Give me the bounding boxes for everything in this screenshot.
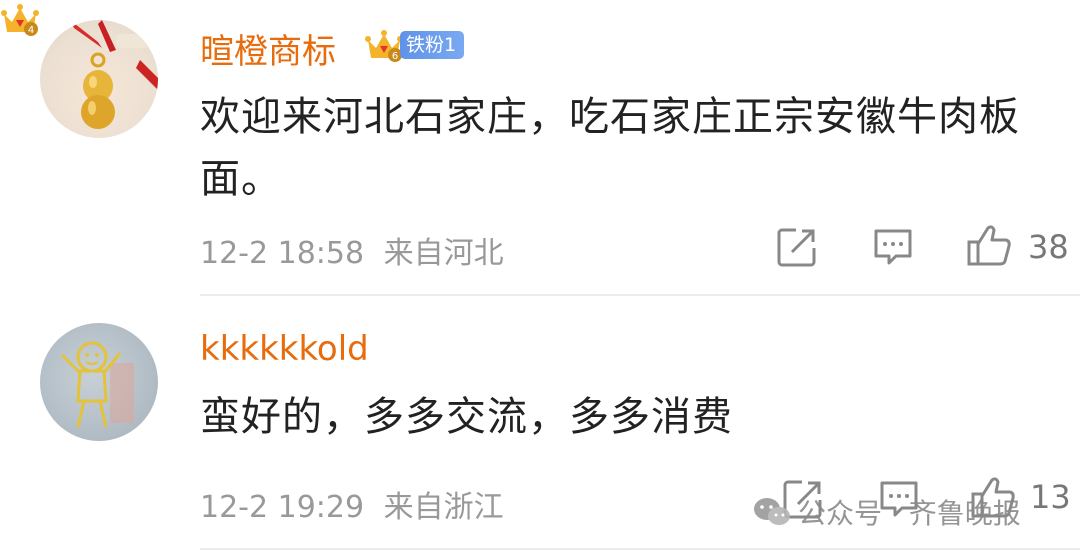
svg-text:4: 4 — [28, 25, 34, 36]
comment-icon[interactable] — [872, 226, 914, 268]
divider — [200, 548, 1080, 550]
comment-text: 欢迎来河北石家庄，吃石家庄正宗安徽牛肉板面。 — [200, 94, 1020, 202]
comment-meta: 12-2 18:58 来自河北 — [200, 228, 504, 272]
comment-location: 来自浙江 — [383, 490, 504, 525]
like-count: 38 — [1028, 228, 1069, 266]
comment-time: 12-2 19:29 — [200, 490, 365, 525]
comment-location: 来自河北 — [383, 236, 504, 271]
svg-text:6: 6 — [392, 51, 398, 62]
user-badges: 4 — [0, 0, 40, 38]
avatar[interactable] — [40, 20, 158, 138]
comment-time: 12-2 18:58 — [200, 236, 365, 271]
avatar-image — [70, 20, 158, 129]
like-icon[interactable] — [966, 222, 1012, 268]
avatar-image — [60, 341, 134, 428]
comment-meta: 12-2 19:29 来自浙江 — [200, 482, 504, 526]
fan-badge[interactable]: 铁粉1 — [400, 31, 465, 59]
share-icon[interactable] — [776, 226, 818, 268]
crown-icon: 4 — [1, 4, 39, 36]
comment-item: 暄橙商标 6 铁粉1 欢迎来河北石家庄，吃石家庄正宗安徽牛肉板面。 12-2 1… — [0, 0, 1080, 296]
username[interactable]: 暄橙商标 — [200, 24, 336, 73]
username[interactable]: kkkkkkold — [200, 329, 369, 369]
watermark-text: 公众号 · 齐鲁晚报 — [798, 497, 1021, 530]
user-badges: 6 铁粉1 — [364, 26, 465, 64]
like-count: 13 — [1030, 478, 1071, 516]
watermark: 公众号 · 齐鲁晚报 — [752, 492, 1021, 532]
crown-icon: 6 — [365, 30, 403, 62]
wechat-icon — [754, 498, 790, 525]
comment-text: 蛮好的，多多交流，多多消费 — [200, 394, 733, 440]
avatar[interactable] — [40, 323, 158, 441]
